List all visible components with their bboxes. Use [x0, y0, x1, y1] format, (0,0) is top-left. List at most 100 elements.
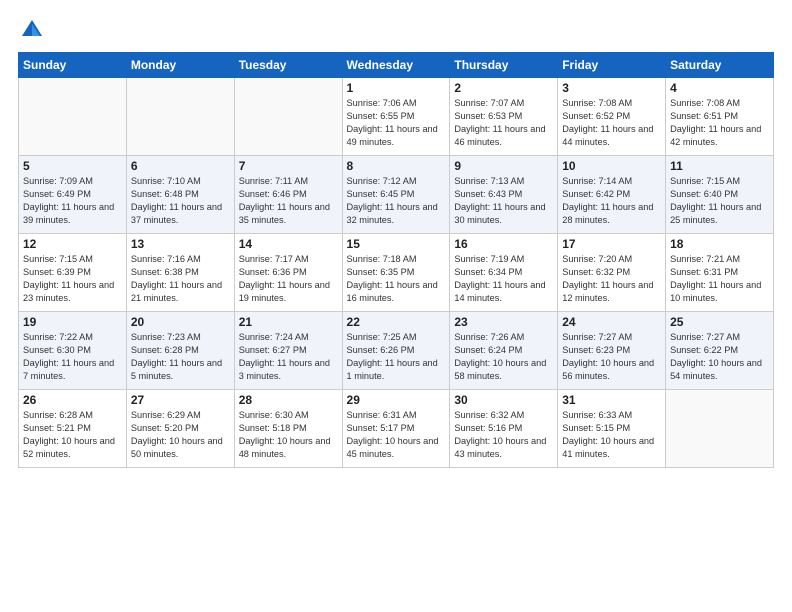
calendar-cell: 8 Sunrise: 7:12 AM Sunset: 6:45 PM Daylig…	[342, 156, 450, 234]
col-friday: Friday	[558, 53, 666, 78]
calendar-cell: 17 Sunrise: 7:20 AM Sunset: 6:32 PM Dayli…	[558, 234, 666, 312]
day-number: 19	[23, 315, 122, 329]
calendar-header-row: Sunday Monday Tuesday Wednesday Thursday…	[19, 53, 774, 78]
day-number: 29	[347, 393, 446, 407]
day-info: Sunrise: 7:21 AM Sunset: 6:31 PM Dayligh…	[670, 253, 769, 305]
calendar-cell: 6 Sunrise: 7:10 AM Sunset: 6:48 PM Daylig…	[126, 156, 234, 234]
day-info: Sunrise: 6:29 AM Sunset: 5:20 PM Dayligh…	[131, 409, 230, 461]
day-number: 22	[347, 315, 446, 329]
calendar-cell: 23 Sunrise: 7:26 AM Sunset: 6:24 PM Dayli…	[450, 312, 558, 390]
day-info: Sunrise: 7:18 AM Sunset: 6:35 PM Dayligh…	[347, 253, 446, 305]
day-number: 24	[562, 315, 661, 329]
day-number: 7	[239, 159, 338, 173]
day-number: 28	[239, 393, 338, 407]
page: Sunday Monday Tuesday Wednesday Thursday…	[0, 0, 792, 612]
day-info: Sunrise: 7:25 AM Sunset: 6:26 PM Dayligh…	[347, 331, 446, 383]
day-number: 20	[131, 315, 230, 329]
col-sunday: Sunday	[19, 53, 127, 78]
calendar-cell: 27 Sunrise: 6:29 AM Sunset: 5:20 PM Dayli…	[126, 390, 234, 468]
day-number: 2	[454, 81, 553, 95]
day-info: Sunrise: 7:22 AM Sunset: 6:30 PM Dayligh…	[23, 331, 122, 383]
day-info: Sunrise: 7:16 AM Sunset: 6:38 PM Dayligh…	[131, 253, 230, 305]
day-info: Sunrise: 6:31 AM Sunset: 5:17 PM Dayligh…	[347, 409, 446, 461]
calendar-cell	[234, 78, 342, 156]
day-number: 17	[562, 237, 661, 251]
day-number: 1	[347, 81, 446, 95]
calendar-table: Sunday Monday Tuesday Wednesday Thursday…	[18, 52, 774, 468]
day-info: Sunrise: 7:12 AM Sunset: 6:45 PM Dayligh…	[347, 175, 446, 227]
calendar-cell: 19 Sunrise: 7:22 AM Sunset: 6:30 PM Dayli…	[19, 312, 127, 390]
day-number: 21	[239, 315, 338, 329]
day-number: 14	[239, 237, 338, 251]
calendar-cell: 14 Sunrise: 7:17 AM Sunset: 6:36 PM Dayli…	[234, 234, 342, 312]
day-number: 18	[670, 237, 769, 251]
col-monday: Monday	[126, 53, 234, 78]
day-info: Sunrise: 7:08 AM Sunset: 6:52 PM Dayligh…	[562, 97, 661, 149]
calendar-cell	[19, 78, 127, 156]
day-number: 30	[454, 393, 553, 407]
calendar-cell: 9 Sunrise: 7:13 AM Sunset: 6:43 PM Daylig…	[450, 156, 558, 234]
day-info: Sunrise: 7:13 AM Sunset: 6:43 PM Dayligh…	[454, 175, 553, 227]
calendar-cell: 2 Sunrise: 7:07 AM Sunset: 6:53 PM Daylig…	[450, 78, 558, 156]
day-info: Sunrise: 7:10 AM Sunset: 6:48 PM Dayligh…	[131, 175, 230, 227]
calendar-week-3: 12Sunrise: 7:15 AM Sunset: 6:39 PM Dayli…	[19, 234, 774, 312]
day-info: Sunrise: 7:26 AM Sunset: 6:24 PM Dayligh…	[454, 331, 553, 383]
day-info: Sunrise: 7:08 AM Sunset: 6:51 PM Dayligh…	[670, 97, 769, 149]
day-number: 9	[454, 159, 553, 173]
day-number: 26	[23, 393, 122, 407]
day-number: 10	[562, 159, 661, 173]
calendar-cell: 3Sunrise: 7:08 AM Sunset: 6:52 PM Daylig…	[558, 78, 666, 156]
day-info: Sunrise: 6:33 AM Sunset: 5:15 PM Dayligh…	[562, 409, 661, 461]
calendar-cell: 7Sunrise: 7:11 AM Sunset: 6:46 PM Daylig…	[234, 156, 342, 234]
calendar-cell	[666, 390, 774, 468]
day-info: Sunrise: 7:15 AM Sunset: 6:40 PM Dayligh…	[670, 175, 769, 227]
day-info: Sunrise: 7:09 AM Sunset: 6:49 PM Dayligh…	[23, 175, 122, 227]
col-wednesday: Wednesday	[342, 53, 450, 78]
col-tuesday: Tuesday	[234, 53, 342, 78]
day-info: Sunrise: 7:17 AM Sunset: 6:36 PM Dayligh…	[239, 253, 338, 305]
calendar-cell: 12Sunrise: 7:15 AM Sunset: 6:39 PM Dayli…	[19, 234, 127, 312]
calendar-week-1: 1Sunrise: 7:06 AM Sunset: 6:55 PM Daylig…	[19, 78, 774, 156]
calendar-week-2: 5 Sunrise: 7:09 AM Sunset: 6:49 PM Daylig…	[19, 156, 774, 234]
calendar-week-5: 26Sunrise: 6:28 AM Sunset: 5:21 PM Dayli…	[19, 390, 774, 468]
day-info: Sunrise: 7:07 AM Sunset: 6:53 PM Dayligh…	[454, 97, 553, 149]
calendar-cell: 29 Sunrise: 6:31 AM Sunset: 5:17 PM Dayli…	[342, 390, 450, 468]
calendar-cell: 1Sunrise: 7:06 AM Sunset: 6:55 PM Daylig…	[342, 78, 450, 156]
col-thursday: Thursday	[450, 53, 558, 78]
calendar-week-4: 19 Sunrise: 7:22 AM Sunset: 6:30 PM Dayli…	[19, 312, 774, 390]
day-number: 27	[131, 393, 230, 407]
calendar-cell: 20 Sunrise: 7:23 AM Sunset: 6:28 PM Dayli…	[126, 312, 234, 390]
header	[18, 16, 774, 44]
day-info: Sunrise: 7:20 AM Sunset: 6:32 PM Dayligh…	[562, 253, 661, 305]
calendar-cell: 22 Sunrise: 7:25 AM Sunset: 6:26 PM Dayli…	[342, 312, 450, 390]
calendar-cell: 28Sunrise: 6:30 AM Sunset: 5:18 PM Dayli…	[234, 390, 342, 468]
calendar-cell: 11 Sunrise: 7:15 AM Sunset: 6:40 PM Dayli…	[666, 156, 774, 234]
calendar-cell: 30 Sunrise: 6:32 AM Sunset: 5:16 PM Dayli…	[450, 390, 558, 468]
day-info: Sunrise: 7:23 AM Sunset: 6:28 PM Dayligh…	[131, 331, 230, 383]
day-number: 6	[131, 159, 230, 173]
calendar-cell: 26Sunrise: 6:28 AM Sunset: 5:21 PM Dayli…	[19, 390, 127, 468]
day-number: 11	[670, 159, 769, 173]
day-number: 8	[347, 159, 446, 173]
calendar-cell: 21 Sunrise: 7:24 AM Sunset: 6:27 PM Dayli…	[234, 312, 342, 390]
day-info: Sunrise: 7:14 AM Sunset: 6:42 PM Dayligh…	[562, 175, 661, 227]
day-number: 23	[454, 315, 553, 329]
day-number: 16	[454, 237, 553, 251]
day-info: Sunrise: 7:27 AM Sunset: 6:23 PM Dayligh…	[562, 331, 661, 383]
day-info: Sunrise: 7:15 AM Sunset: 6:39 PM Dayligh…	[23, 253, 122, 305]
day-number: 5	[23, 159, 122, 173]
calendar-cell: 13Sunrise: 7:16 AM Sunset: 6:38 PM Dayli…	[126, 234, 234, 312]
day-info: Sunrise: 7:24 AM Sunset: 6:27 PM Dayligh…	[239, 331, 338, 383]
day-info: Sunrise: 6:32 AM Sunset: 5:16 PM Dayligh…	[454, 409, 553, 461]
calendar-cell: 4 Sunrise: 7:08 AM Sunset: 6:51 PM Daylig…	[666, 78, 774, 156]
logo	[18, 16, 50, 44]
day-number: 4	[670, 81, 769, 95]
calendar-cell	[126, 78, 234, 156]
calendar-cell: 18 Sunrise: 7:21 AM Sunset: 6:31 PM Dayli…	[666, 234, 774, 312]
calendar-cell: 16Sunrise: 7:19 AM Sunset: 6:34 PM Dayli…	[450, 234, 558, 312]
calendar-cell: 10 Sunrise: 7:14 AM Sunset: 6:42 PM Dayli…	[558, 156, 666, 234]
day-number: 15	[347, 237, 446, 251]
calendar-cell: 31Sunrise: 6:33 AM Sunset: 5:15 PM Dayli…	[558, 390, 666, 468]
calendar-cell: 24 Sunrise: 7:27 AM Sunset: 6:23 PM Dayli…	[558, 312, 666, 390]
calendar-cell: 25Sunrise: 7:27 AM Sunset: 6:22 PM Dayli…	[666, 312, 774, 390]
